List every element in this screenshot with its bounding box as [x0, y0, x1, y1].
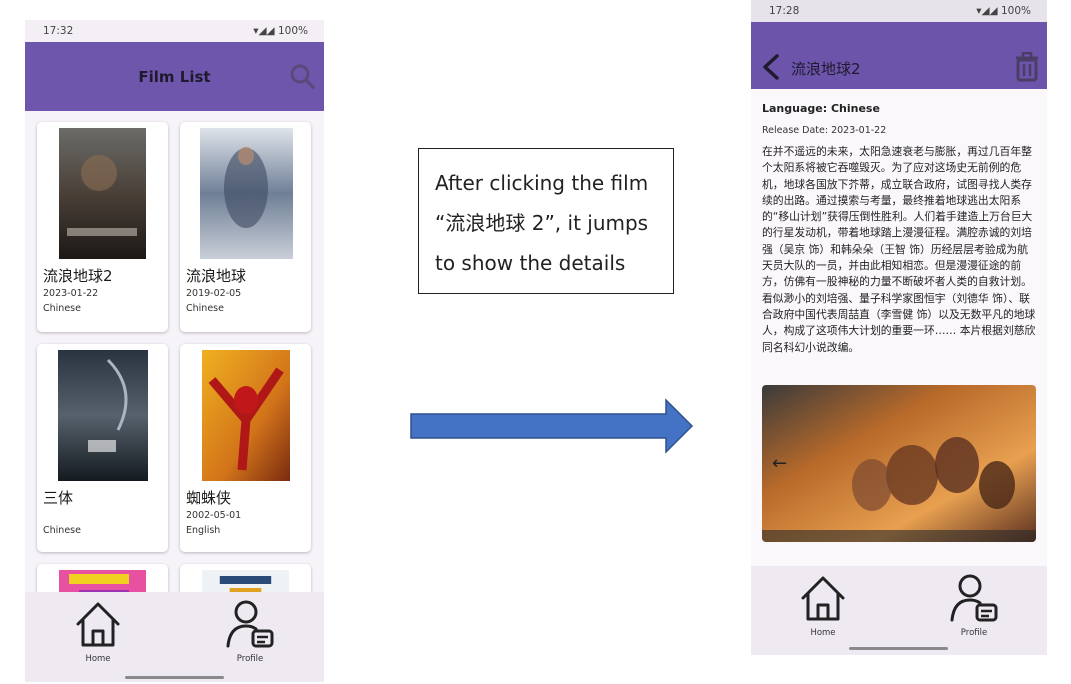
poster-image: [200, 128, 293, 259]
page-title: 流浪地球2: [791, 60, 861, 78]
nav-home[interactable]: Home: [58, 598, 138, 664]
carousel-prev-icon[interactable]: ←: [772, 453, 787, 474]
status-time: 17:32: [43, 25, 74, 37]
battery-level: 100%: [1000, 5, 1031, 17]
signal-icon: ▾◢◢: [976, 5, 998, 17]
film-release-date: Release Date: 2023-01-22: [762, 125, 887, 136]
annotation-box: After clicking the film “流浪地球 2”, it jum…: [418, 148, 674, 294]
back-arrow-icon[interactable]: [761, 54, 781, 80]
battery-level: 100%: [277, 25, 308, 37]
signal-icon: ▾◢◢: [253, 25, 275, 37]
home-icon: [76, 602, 120, 647]
film-title: 三体: [43, 489, 74, 507]
trash-icon[interactable]: [1014, 52, 1040, 82]
film-date: 2002-05-01: [186, 510, 242, 521]
nav-home-label: Home: [810, 628, 836, 638]
film-list-screen: 17:32 ▾◢◢ 100% Film List 流浪地球2 2023-01-2…: [25, 20, 324, 682]
film-date: 2023-01-22: [43, 288, 99, 299]
film-date: 2019-02-05: [186, 288, 242, 299]
film-title: 流浪地球2: [43, 267, 113, 285]
nav-home[interactable]: Home: [783, 572, 863, 638]
gesture-bar: [125, 676, 224, 679]
film-description: 在并不遥远的未来，太阳急速衰老与膨胀，再过几百年整个太阳系将被它吞噬毁灭。为了应…: [762, 145, 1036, 354]
nav-home-label: Home: [85, 654, 111, 664]
annotation-line: “流浪地球 2”, it jumps: [435, 211, 649, 235]
right-arrow-icon: [410, 398, 694, 454]
nav-profile[interactable]: Profile: [210, 598, 290, 664]
film-language: Chinese: [43, 525, 81, 536]
annotation-line: After clicking the film: [435, 171, 649, 195]
top-app-bar: Film List: [25, 42, 324, 111]
nav-profile-label: Profile: [236, 654, 264, 664]
film-card[interactable]: 蜘蛛侠 2002-05-01 English: [180, 344, 311, 552]
search-icon[interactable]: [288, 62, 316, 90]
film-detail-screen: 17:28 ▾◢◢ 100% 流浪地球2 Language: Chinese R…: [751, 0, 1047, 655]
annotation-line: to show the details: [435, 251, 626, 275]
status-bar: 17:28 ▾◢◢ 100%: [751, 0, 1047, 22]
film-still-image: [762, 385, 1036, 542]
film-language: Chinese: [43, 303, 81, 314]
film-card[interactable]: 流浪地球 2019-02-05 Chinese: [180, 122, 311, 332]
film-card[interactable]: 流浪地球2 2023-01-22 Chinese: [37, 122, 168, 332]
profile-icon: [950, 574, 998, 622]
film-card[interactable]: 三体 Chinese: [37, 344, 168, 552]
nav-profile[interactable]: Profile: [934, 572, 1014, 638]
nav-profile-label: Profile: [960, 628, 988, 638]
poster-image: [202, 350, 290, 481]
film-still-carousel[interactable]: ←: [762, 385, 1036, 542]
gesture-bar: [849, 647, 948, 650]
home-icon: [801, 576, 845, 621]
film-language: English: [186, 525, 221, 536]
film-title: 蜘蛛侠: [186, 489, 232, 507]
film-language: Language: Chinese: [762, 102, 880, 115]
film-title: 流浪地球: [186, 267, 247, 285]
status-time: 17:28: [769, 5, 800, 17]
film-language: Chinese: [186, 303, 224, 314]
poster-image: [59, 128, 146, 259]
profile-icon: [226, 600, 274, 648]
bottom-navigation: Home Profile: [751, 566, 1047, 655]
status-bar: 17:32 ▾◢◢ 100%: [25, 20, 324, 42]
bottom-navigation: Home Profile: [25, 592, 324, 682]
page-title: Film List: [138, 68, 211, 86]
poster-image: [58, 350, 148, 481]
